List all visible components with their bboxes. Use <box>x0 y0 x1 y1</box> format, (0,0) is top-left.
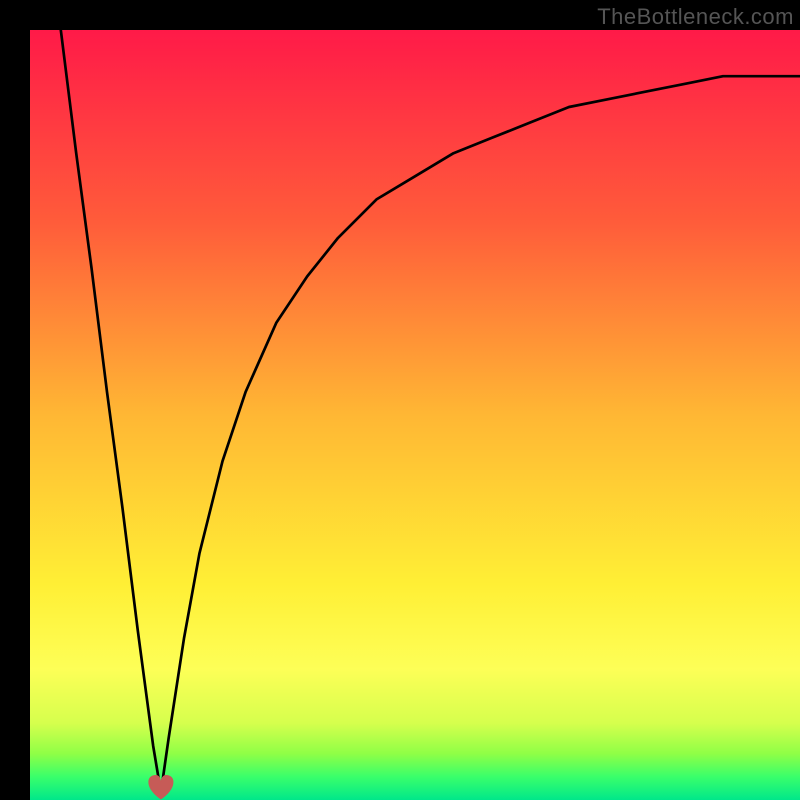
heart-icon <box>149 775 173 799</box>
plot-area <box>30 30 800 800</box>
watermark-text: TheBottleneck.com <box>597 4 794 30</box>
marker-layer <box>30 30 800 800</box>
